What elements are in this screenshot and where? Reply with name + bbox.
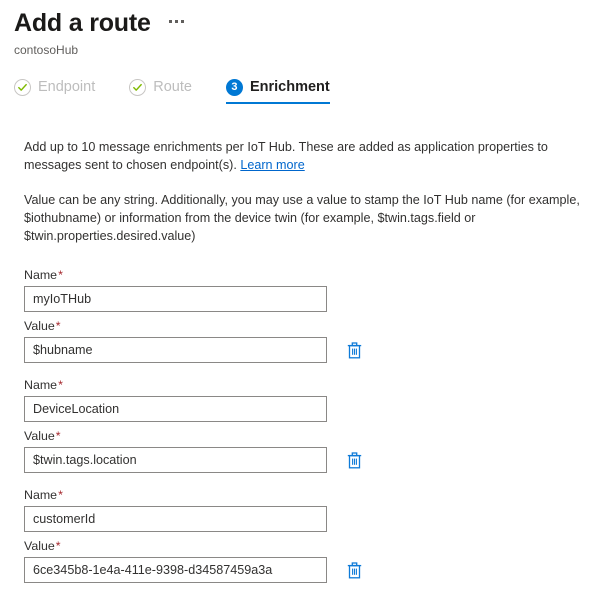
value-field-group: Value* [24,428,596,473]
check-circle-icon [129,78,147,96]
value-input-row [24,557,596,583]
learn-more-link[interactable]: Learn more [240,158,304,172]
enrichment-row: Name* Value* [24,377,596,473]
tab-route-label: Route [153,79,192,95]
trash-icon [347,561,362,579]
enrichment-form: Name* Value* [24,267,596,583]
value-label: Value* [24,428,596,444]
tab-enrichment[interactable]: 3 Enrichment [225,70,342,104]
enrichment-name-input[interactable] [24,286,327,312]
value-label: Value* [24,318,596,334]
name-label-text: Name [24,268,58,282]
ellipsis-dot-2 [174,20,178,23]
tab-enrichment-label: Enrichment [249,79,330,95]
name-label: Name* [24,487,596,503]
value-input-row [24,337,596,363]
name-input-row [24,396,596,422]
value-label-text: Value [24,319,55,333]
delete-enrichment-button[interactable] [345,449,363,471]
required-asterisk: * [58,488,63,502]
value-label-text: Value [24,429,55,443]
value-field-group: Value* [24,538,596,583]
trash-icon [347,451,362,469]
blade-body: Add up to 10 message enrichments per IoT… [0,138,610,583]
delete-enrichment-button[interactable] [345,559,363,581]
tab-endpoint-label: Endpoint [38,79,96,95]
trash-icon [347,341,362,359]
enrichment-name-input[interactable] [24,396,327,422]
wizard-tabs: Endpoint Route 3 Enrichment [0,70,610,104]
enrichment-value-input[interactable] [24,447,327,473]
enrichment-name-input[interactable] [24,506,327,532]
ellipsis-dot-1 [168,20,172,23]
title-row: Add a route [14,8,610,38]
name-label-text: Name [24,488,58,502]
tab-route[interactable]: Route [129,70,204,104]
step-number-badge: 3 [225,78,243,96]
page-title: Add a route [14,9,151,37]
value-field-group: Value* [24,318,596,363]
tab-endpoint[interactable]: Endpoint [14,70,107,104]
name-input-row [24,286,596,312]
enrichment-row: Name* Value* [24,487,596,583]
value-label-text: Value [24,539,55,553]
enrichment-value-input[interactable] [24,337,327,363]
required-asterisk: * [55,429,61,443]
name-label: Name* [24,377,596,393]
required-asterisk: * [58,378,63,392]
enrichment-value-input[interactable] [24,557,327,583]
required-asterisk: * [55,319,61,333]
name-field-group: Name* [24,487,596,532]
delete-enrichment-button[interactable] [345,339,363,361]
enrichment-row: Name* Value* [24,267,596,363]
ellipsis-dot-3 [180,20,184,23]
more-options-icon[interactable] [165,14,188,23]
blade-subtitle: contosoHub [14,43,79,57]
name-input-row [24,506,596,532]
check-circle-icon [14,78,31,96]
required-asterisk: * [58,268,63,282]
description-paragraph-1: Add up to 10 message enrichments per IoT… [24,138,582,174]
blade-header: Add a route contosoHub [0,0,610,58]
value-label: Value* [24,538,596,554]
name-field-group: Name* [24,267,596,312]
required-asterisk: * [55,539,61,553]
name-field-group: Name* [24,377,596,422]
description-paragraph-2: Value can be any string. Additionally, y… [24,193,580,243]
name-label: Name* [24,267,596,283]
name-label-text: Name [24,378,58,392]
value-input-row [24,447,596,473]
